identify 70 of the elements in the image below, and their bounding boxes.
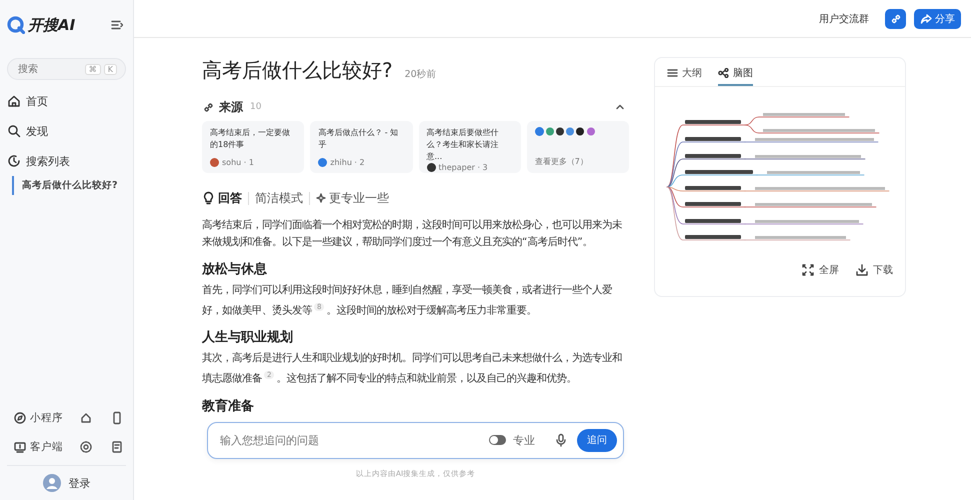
clock-icon [7, 154, 21, 168]
question-field[interactable]: 输入您想追问的问题 [218, 432, 482, 448]
source-title: 高考后做点什么？ - 知乎 [318, 127, 400, 151]
nav-item[interactable]: 搜索列表 [7, 146, 126, 176]
house-outline-icon [78, 410, 92, 424]
source-count: 10 [250, 102, 262, 112]
expand-button[interactable]: 全屏 [801, 263, 839, 277]
login-link[interactable]: 登录 [7, 472, 126, 494]
search-icon [7, 124, 21, 138]
expand-icon [801, 263, 815, 277]
more-sources-card[interactable]: 查看更多（7） [526, 121, 629, 173]
document-icon [110, 440, 124, 454]
section-heading: 教育准备 [202, 398, 255, 415]
share-button[interactable]: 分享 [914, 8, 961, 28]
panel-tab[interactable]: 脑图 [718, 66, 753, 86]
compass-icon [13, 410, 27, 424]
panel-tab[interactable]: 大纲 [667, 66, 702, 86]
nav-item[interactable]: 首页 [7, 86, 126, 116]
answer-paragraph: 首先，同学们可以利用这段时间好好休息，睡到自然醒，享受一顿美食，或者进行一些个人爱好，如做美甲、烫头发等 $^{8}$ 。这段时间的放松对于缓解高考压力非常重要。 [202, 283, 613, 318]
site-label: zhihu · 2 [330, 158, 365, 167]
site-icons-drawing [534, 127, 597, 136]
list-icon [667, 68, 678, 78]
group-link[interactable]: 用户交流群 [819, 12, 869, 26]
gear-icon [78, 440, 92, 454]
answer-paragraph: 高考结束后，同学们面临着一个相对宽松的时期，这段时间可以用来放松身心，也可以用来为未来做规划和准备。以下是一些建议，帮助同学们度过一个有意义且充实的“高考后时代”。 [202, 218, 623, 250]
section-heading: 放松与休息 [202, 261, 268, 278]
link-icon [890, 12, 902, 24]
toggle-switch[interactable] [489, 435, 506, 446]
source-title: 高考结束后，一定要做的18件事 [210, 127, 291, 151]
answer-paragraph: 其次，高考后是进行人生和职业规划的好时机。同学们可以思考自己未来想做什么，为选专业和填志愿做准备 $^{2}$ 。这包括了解不同专业的特点和就业前景，以及自己的兴趣和优势。 [202, 351, 623, 387]
search-field[interactable]: 搜索 [16, 62, 82, 76]
site-label: thepaper · 3 [438, 163, 488, 172]
section-title: 来源 [219, 98, 243, 116]
source-card[interactable]: 高考结束后，一定要做的18件事 sohu · 1 [202, 121, 304, 173]
sidebar-link[interactable]: 小程序 [7, 410, 63, 424]
avatar-icon [42, 474, 60, 492]
source-card[interactable]: 高考后做点什么？ - 知乎 zhihu · 2 [310, 121, 412, 173]
submit-button[interactable]: 追问 [577, 428, 617, 452]
source-card[interactable]: 高考结束后要做些什么？考生和家长请注意... thepaper · 3 [418, 121, 521, 173]
answer-tab[interactable]: 回答 [202, 190, 242, 206]
toggle-label: 专业 [513, 432, 535, 448]
source-title: 高考结束后要做些什么？考生和家长请注意... [426, 127, 500, 163]
bulb-icon [202, 191, 215, 205]
monitor-icon [13, 440, 27, 454]
question-title: 高考后做什么比较好? [202, 57, 393, 84]
logo-text: 开搜AI [28, 16, 76, 34]
nodes-icon [718, 68, 729, 78]
share-icon [920, 12, 932, 24]
history-item[interactable]: 高考后做什么比较好? [12, 176, 126, 195]
site-label: sohu · 1 [222, 158, 254, 167]
house-icon [7, 94, 21, 108]
download-icon [855, 263, 869, 277]
caret-up-icon [615, 102, 625, 112]
more-label: 查看更多（7） [534, 156, 589, 167]
link-icon [202, 100, 215, 114]
download-button[interactable]: 下载 [855, 263, 893, 277]
microphone-icon [555, 433, 567, 448]
answer-tab[interactable]: 更专业一些 [316, 190, 389, 206]
timestamp: 20秒前 [404, 68, 437, 81]
logo-icon [7, 16, 25, 34]
menu-icon [111, 19, 123, 31]
answer-tab[interactable]: 简洁模式 [255, 190, 303, 206]
followup-bar[interactable]: 输入您想追问的问题 专业 追问 [207, 422, 624, 459]
section-heading: 人生与职业规划 [202, 329, 294, 346]
nav-item[interactable]: 发现 [7, 116, 126, 146]
shortcut-key: ⌘ [84, 64, 101, 74]
shortcut-key: K [104, 64, 117, 74]
sparkle-icon [316, 193, 326, 203]
link-button[interactable] [885, 8, 906, 28]
sidebar-link[interactable]: 客户端 [7, 440, 63, 454]
